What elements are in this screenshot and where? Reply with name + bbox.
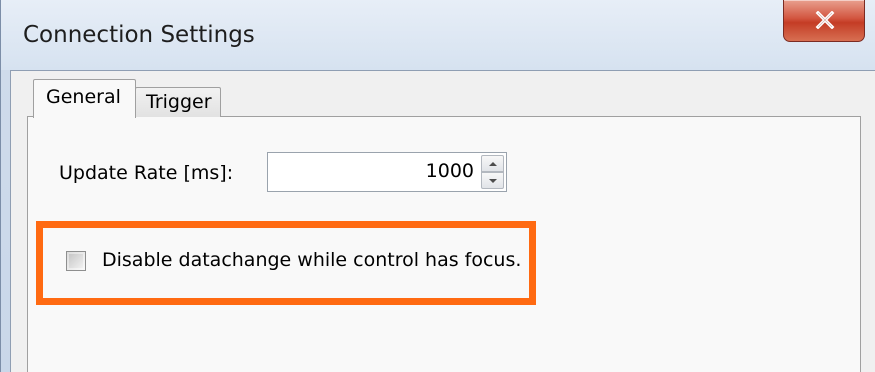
spin-up-button[interactable] [481, 155, 504, 172]
tab-trigger-label: Trigger [146, 91, 212, 113]
tab-general[interactable]: General [33, 79, 136, 118]
spin-down-button[interactable] [481, 172, 504, 189]
disable-datachange-checkbox[interactable] [66, 251, 86, 271]
tab-trigger[interactable]: Trigger [135, 87, 221, 117]
spin-buttons [481, 155, 504, 189]
update-rate-label: Update Rate [ms]: [59, 162, 234, 184]
chevron-down-icon [489, 179, 497, 183]
close-button[interactable] [783, 0, 865, 42]
disable-datachange-label[interactable]: Disable datachange while control has foc… [102, 249, 521, 271]
update-rate-spinbox[interactable]: 1000 [267, 152, 507, 192]
chevron-up-icon [489, 162, 497, 166]
title-bar[interactable]: Connection Settings [1, 0, 875, 70]
update-rate-value[interactable]: 1000 [426, 160, 474, 182]
tab-general-label: General [46, 86, 121, 108]
window-title: Connection Settings [23, 22, 255, 48]
close-icon [815, 11, 835, 29]
connection-settings-dialog: Connection Settings General Trigger Upda… [0, 0, 875, 372]
